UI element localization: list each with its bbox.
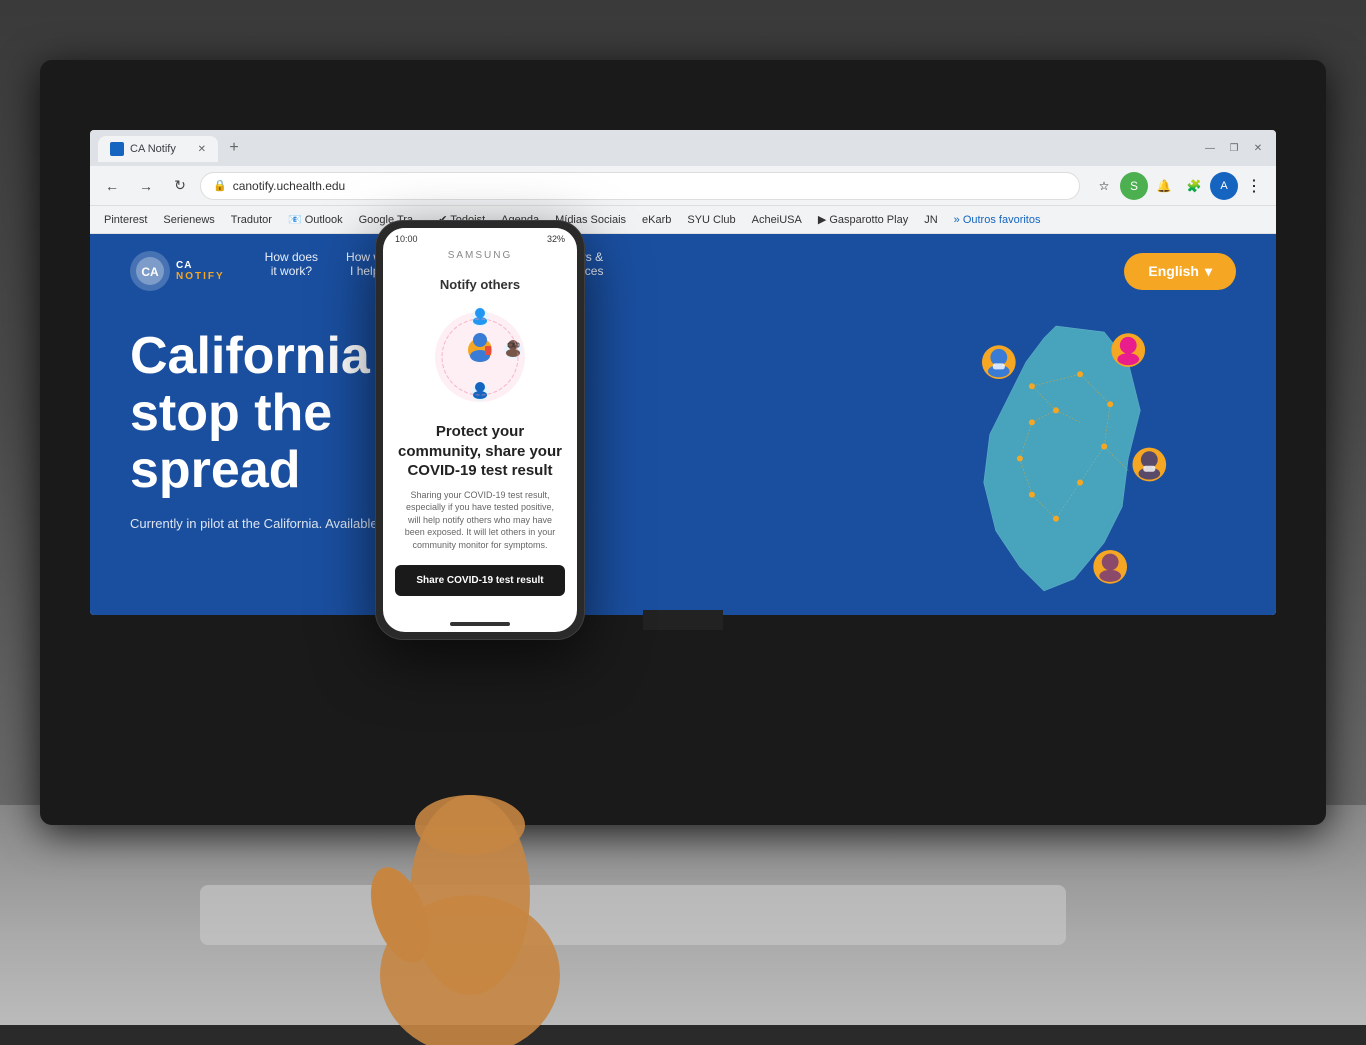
new-tab-btn[interactable]: +: [220, 134, 248, 162]
window-controls: — ❐ ✕: [1200, 138, 1268, 158]
phone-home-indicator: [450, 622, 510, 626]
logo-notify: NOTIFY: [176, 271, 225, 282]
bookmark-acheiusa[interactable]: AcheiUSA: [746, 212, 808, 228]
site-nav: CA CA NOTIFY How does it work?: [90, 234, 1276, 308]
browser-titlebar: CA Notify ✕ + — ❐ ✕: [90, 130, 1276, 166]
hand-svg: [320, 695, 620, 1045]
phone-illustration: [415, 302, 545, 412]
phone-battery: 32%: [547, 234, 565, 244]
bookmarks-bar: Pinterest Serienews Tradutor 📧 Outlook G…: [90, 206, 1276, 234]
back-btn[interactable]: ←: [98, 172, 126, 200]
toolbar-icons: ☆ S 🔔 🧩 A ⋮: [1090, 172, 1268, 200]
minimize-btn[interactable]: —: [1200, 138, 1220, 158]
bookmark-syuclub[interactable]: SYU Club: [681, 212, 741, 228]
bookmark-serienews[interactable]: Serienews: [157, 212, 220, 228]
browser-toolbar: ← → ↻ 🔒 canotify.uchealth.edu ☆ S 🔔 🧩 A …: [90, 166, 1276, 206]
phone-screen-title: Notify others: [440, 277, 520, 292]
monitor-bezel: CA Notify ✕ + — ❐ ✕ ← → ↻ 🔒 canoti: [40, 60, 1326, 825]
active-tab[interactable]: CA Notify ✕: [98, 136, 218, 162]
bookmark-outros[interactable]: » Outros favoritos: [948, 212, 1047, 228]
extension-icon-3[interactable]: 🧩: [1180, 172, 1208, 200]
forward-btn[interactable]: →: [132, 172, 160, 200]
tab-favicon: [110, 142, 124, 156]
tab-bar: CA Notify ✕ +: [98, 134, 248, 162]
monitor-screen: CA Notify ✕ + — ❐ ✕ ← → ↻ 🔒 canoti: [90, 130, 1276, 615]
bookmark-gasparotto[interactable]: ▶ Gasparotto Play: [812, 211, 914, 228]
logo-icon: CA: [130, 251, 170, 291]
bookmark-pinterest[interactable]: Pinterest: [98, 212, 153, 228]
logo-ca: CA: [176, 260, 225, 271]
tab-close-btn[interactable]: ✕: [198, 144, 206, 155]
phone-cta-button[interactable]: Share COVID-19 test result: [395, 565, 565, 596]
phone-frame: 10:00 32% SAMSUNG Notify others: [375, 220, 585, 640]
browser-chrome: CA Notify ✕ + — ❐ ✕ ← → ↻ 🔒 canoti: [90, 130, 1276, 615]
phone-time: 10:00: [395, 234, 418, 244]
address-bar[interactable]: 🔒 canotify.uchealth.edu: [200, 172, 1080, 200]
logo-text-area: CA NOTIFY: [176, 260, 225, 282]
logo-svg: CA: [135, 256, 165, 286]
chevron-down-icon: ▾: [1205, 263, 1212, 280]
nav-how-it-works[interactable]: How does it work?: [265, 250, 318, 292]
hero-section: California stop the spread Currently in …: [90, 308, 1276, 553]
phone-sub-text: Sharing your COVID-19 test result, espec…: [395, 489, 565, 552]
language-button[interactable]: English ▾: [1124, 253, 1236, 290]
phone-main-text: Protect your community, share your COVID…: [395, 422, 565, 481]
phone-illustration-svg: [415, 302, 545, 412]
language-label: English: [1148, 263, 1199, 279]
close-btn[interactable]: ✕: [1248, 138, 1268, 158]
bookmark-jn[interactable]: JN: [918, 212, 943, 228]
svg-text:CA: CA: [141, 265, 159, 279]
tab-title: CA Notify: [130, 143, 176, 155]
hand-area: [320, 695, 640, 1045]
bookmark-ekarb[interactable]: eKarb: [636, 212, 677, 228]
profile-icon[interactable]: A: [1210, 172, 1238, 200]
extension-icon-2[interactable]: 🔔: [1150, 172, 1178, 200]
phone-cta-label: Share COVID-19 test result: [416, 575, 543, 586]
phone-status-bar: 10:00 32%: [383, 228, 577, 246]
extension-icon-1[interactable]: S: [1120, 172, 1148, 200]
phone-container: 10:00 32% SAMSUNG Notify others: [320, 220, 640, 1025]
star-icon[interactable]: ☆: [1090, 172, 1118, 200]
menu-icon[interactable]: ⋮: [1240, 172, 1268, 200]
website-content: CA CA NOTIFY How does it work?: [90, 234, 1276, 615]
site-logo: CA CA NOTIFY: [130, 251, 225, 291]
phone-brand: SAMSUNG: [383, 246, 577, 265]
restore-btn[interactable]: ❐: [1224, 138, 1244, 158]
phone-screen: 10:00 32% SAMSUNG Notify others: [383, 228, 577, 632]
url-text: canotify.uchealth.edu: [233, 179, 346, 193]
phone-content: Notify others: [383, 265, 577, 622]
bookmark-tradutor[interactable]: Tradutor: [225, 212, 278, 228]
reload-btn[interactable]: ↻: [166, 172, 194, 200]
